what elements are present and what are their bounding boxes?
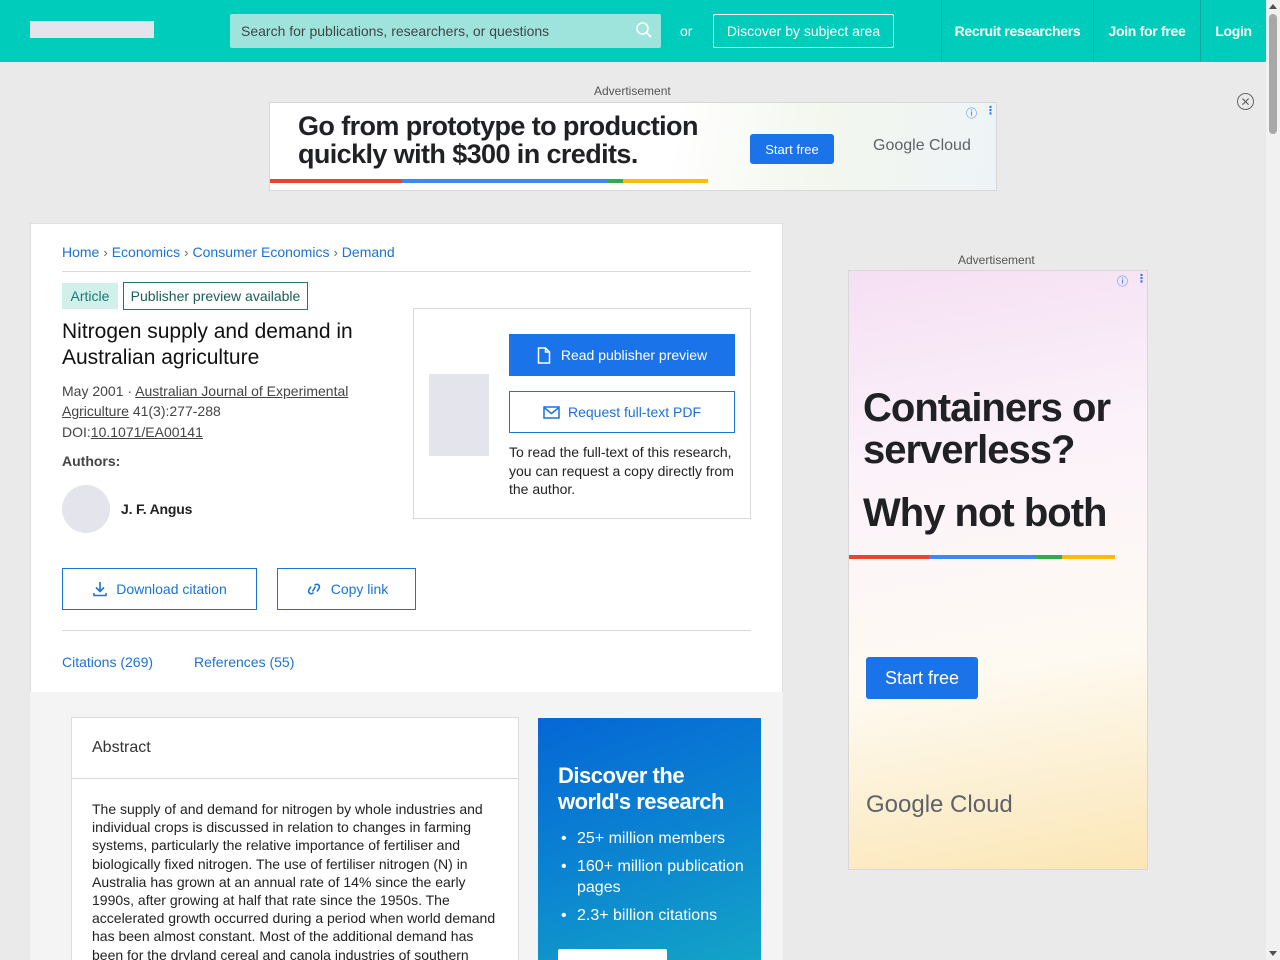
search-bar[interactable] (230, 14, 661, 48)
login-link[interactable]: Login (1200, 0, 1266, 62)
page-scrollbar[interactable] (1266, 0, 1280, 960)
promo-item: 2.3+ billion citations (558, 905, 748, 926)
discover-by-subject-button[interactable]: Discover by subject area (713, 14, 894, 48)
close-ad-icon[interactable]: ✕ (1237, 93, 1254, 110)
mail-icon (543, 405, 560, 419)
scroll-down-arrow-icon[interactable] (1269, 951, 1277, 956)
google-cloud-logo: Google Cloud (866, 791, 1013, 818)
side-ad-label: Advertisement (958, 253, 1035, 267)
google-color-bar (270, 179, 708, 183)
author-avatar[interactable] (62, 485, 110, 533)
promo-join-button[interactable] (558, 949, 667, 960)
request-full-text-button[interactable]: Request full-text PDF (509, 391, 735, 433)
search-icon[interactable] (635, 21, 653, 39)
ad-info-icon[interactable]: ⓘ (966, 105, 977, 121)
link-icon (307, 583, 320, 595)
ad-menu-icon[interactable]: ⋮ (985, 104, 996, 117)
tab-citations[interactable]: Citations (269) (62, 654, 153, 670)
author-name[interactable]: J. F. Angus (121, 501, 192, 517)
read-publisher-preview-button[interactable]: Read publisher preview (509, 334, 735, 376)
top-advertisement[interactable]: Go from prototype to production quickly … (269, 102, 997, 191)
breadcrumb: Home › Economics › Consumer Economics › … (62, 244, 395, 260)
side-ad-headline: Containers or serverless? (863, 386, 1111, 472)
top-header: or Discover by subject area Recruit rese… (0, 0, 1266, 62)
top-ad-headline: Go from prototype to production quickly … (298, 111, 698, 169)
promo-item: 160+ million publication pages (558, 856, 748, 898)
doi: DOI:10.1071/EA00141 (62, 424, 203, 440)
scroll-thumb[interactable] (1269, 14, 1277, 134)
recruit-researchers-link[interactable]: Recruit researchers (941, 0, 1093, 62)
ad-menu-icon[interactable]: ⋮ (1136, 272, 1147, 285)
join-for-free-link[interactable]: Join for free (1093, 0, 1200, 62)
google-cloud-logo: Google Cloud (873, 137, 971, 154)
top-ad-start-button[interactable]: Start free (750, 134, 834, 164)
publication-thumbnail[interactable] (429, 374, 489, 456)
side-ad-start-button[interactable]: Start free (866, 657, 978, 699)
side-ad-subheadline: Why not both (863, 491, 1107, 535)
breadcrumb-demand[interactable]: Demand (342, 244, 395, 260)
publication-meta: May 2001 · Australian Journal of Experim… (62, 383, 349, 419)
document-icon (537, 346, 551, 364)
promo-list: 25+ million members 160+ million publica… (558, 828, 748, 933)
divider (72, 778, 518, 779)
top-ad-label: Advertisement (594, 84, 671, 98)
breadcrumb-home[interactable]: Home (62, 244, 99, 260)
ad-info-icon[interactable]: ⓘ (1117, 273, 1128, 289)
publication-title: Nitrogen supply and demand in Australian… (62, 320, 353, 369)
chevron-right-icon: › (333, 244, 338, 260)
authors-label: Authors: (62, 453, 121, 469)
search-input[interactable] (241, 23, 621, 39)
abstract-heading: Abstract (92, 739, 151, 756)
abstract-text: The supply of and demand for nitrogen by… (92, 801, 496, 960)
article-type-badge: Article (62, 283, 118, 309)
chevron-right-icon: › (184, 244, 189, 260)
tab-references[interactable]: References (55) (194, 654, 294, 670)
publisher-preview-badge: Publisher preview available (123, 282, 308, 310)
side-advertisement[interactable]: ⓘ ⋮ Containers or serverless? Why not bo… (848, 270, 1148, 870)
site-logo[interactable] (30, 21, 154, 38)
download-citation-button[interactable]: Download citation (62, 568, 257, 610)
chevron-right-icon: › (103, 244, 108, 260)
copy-link-button[interactable]: Copy link (277, 568, 416, 610)
download-icon (93, 582, 108, 597)
promo-heading: Discover the world's research (558, 763, 724, 814)
divider (62, 271, 751, 272)
divider (62, 630, 751, 631)
doi-link[interactable]: 10.1071/EA00141 (91, 424, 203, 440)
breadcrumb-consumer-economics[interactable]: Consumer Economics (193, 244, 330, 260)
google-color-bar (849, 555, 1115, 559)
promo-item: 25+ million members (558, 828, 748, 849)
discover-research-promo: Discover the world's research 25+ millio… (538, 718, 761, 960)
or-text: or (680, 23, 693, 39)
scroll-up-arrow-icon[interactable] (1269, 4, 1277, 9)
full-text-note: To read the full-text of this research, … (509, 444, 734, 497)
breadcrumb-economics[interactable]: Economics (112, 244, 180, 260)
